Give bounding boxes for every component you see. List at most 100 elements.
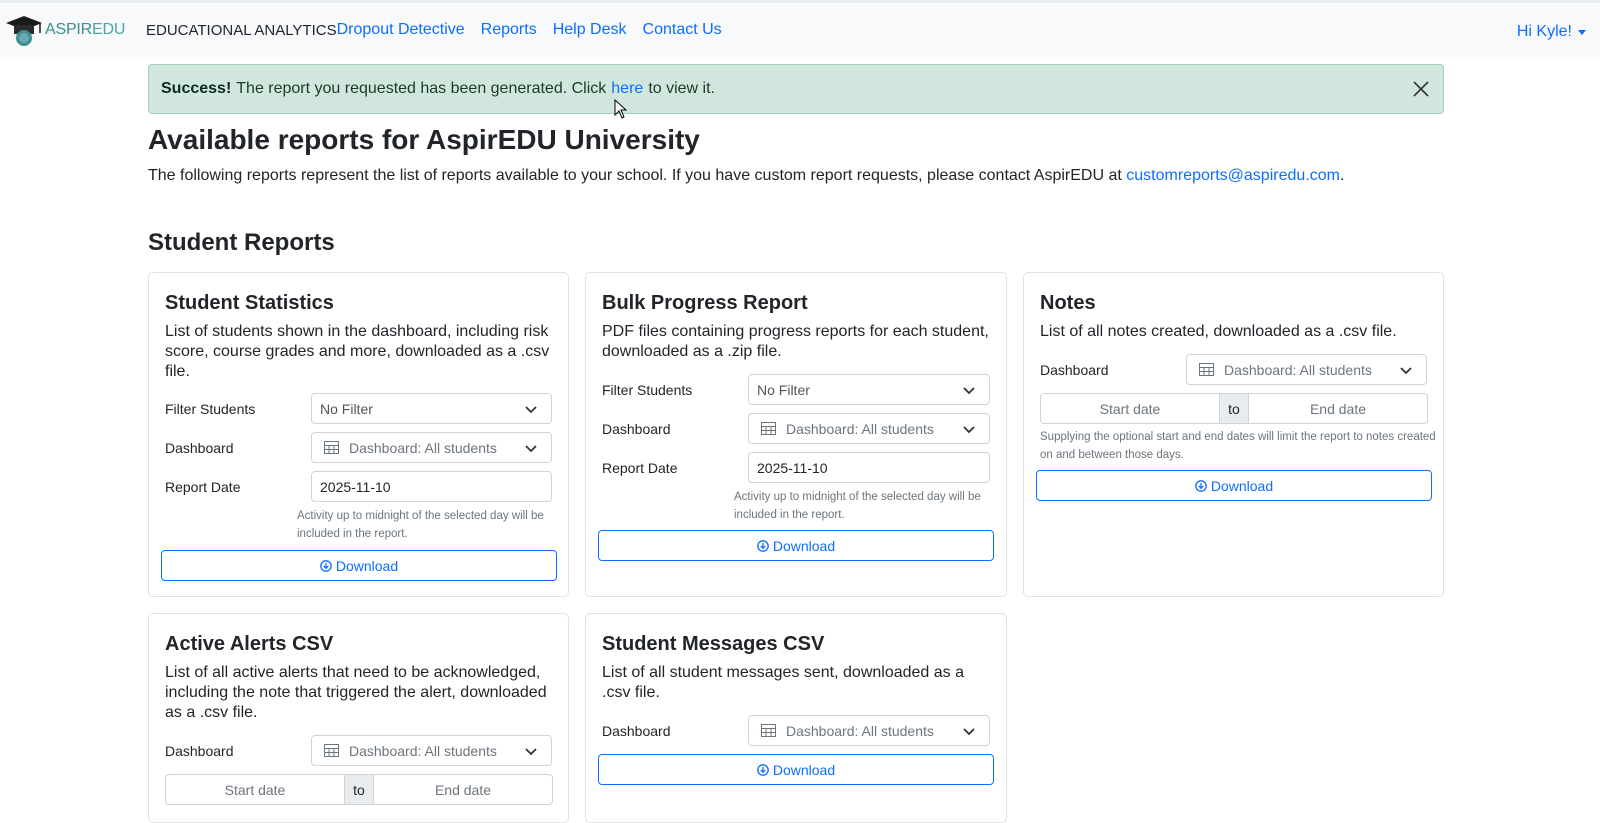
chevron-down-icon — [525, 748, 537, 756]
section-title: Student Reports — [148, 229, 335, 256]
download-button[interactable]: Download — [161, 550, 557, 581]
report-date-row: Report Date 2025-11-10 — [602, 452, 990, 483]
activity-help-text: Activity up to midnight of the selected … — [297, 510, 544, 540]
card-description: List of all notes created, downloaded as… — [1040, 323, 1397, 340]
alert-text: The report you requested has been genera… — [236, 80, 607, 97]
end-date-input[interactable]: End date — [1249, 394, 1427, 423]
nav-contact-us[interactable]: Contact Us — [643, 21, 722, 39]
dashboard-label: Dashboard — [602, 722, 671, 739]
table-icon — [761, 422, 776, 435]
dashboard-select[interactable]: Dashboard: All students — [1186, 354, 1427, 385]
nav-reports[interactable]: Reports — [481, 21, 537, 39]
user-menu[interactable]: Hi Kyle! — [1517, 23, 1586, 41]
report-date-input[interactable]: 2025-11-10 — [748, 452, 990, 483]
filter-value: No Filter — [320, 400, 373, 417]
filter-select[interactable]: No Filter — [311, 393, 552, 424]
dashboard-row: Dashboard Dashboard: All students — [602, 715, 990, 746]
user-greeting: Hi Kyle! — [1516, 23, 1572, 40]
dashboard-select[interactable]: Dashboard: All students — [748, 413, 990, 444]
report-date-input[interactable]: 2025-11-10 — [311, 471, 552, 502]
close-icon[interactable] — [1411, 79, 1431, 99]
card-active-alerts-csv: Active Alerts CSV List of all active ale… — [148, 613, 569, 823]
brand-name: ASPIREDU — [45, 21, 126, 38]
dashboard-label: Dashboard — [602, 420, 671, 437]
download-circle-icon — [757, 539, 769, 552]
card-title: Active Alerts CSV — [165, 633, 334, 655]
dashboard-value: Dashboard: All students — [1224, 361, 1372, 378]
dashboard-row: Dashboard Dashboard: All students — [1040, 354, 1427, 385]
graduation-cap-icon — [6, 16, 42, 46]
dashboard-select[interactable]: Dashboard: All students — [311, 735, 552, 766]
intro-end: . — [1339, 167, 1345, 184]
page-intro: The following reports represent the list… — [148, 167, 1344, 185]
dashboard-value: Dashboard: All students — [349, 439, 497, 456]
nav-dropout-detective[interactable]: Dropout Detective — [337, 21, 465, 39]
start-date-input[interactable]: Start date — [1041, 394, 1219, 423]
dashboard-value: Dashboard: All students — [786, 420, 934, 437]
report-date-label: Report Date — [165, 478, 241, 495]
dashboard-row: Dashboard Dashboard: All students — [602, 413, 990, 444]
alert-link[interactable]: here — [611, 80, 643, 98]
table-icon — [324, 744, 339, 757]
filter-label: Filter Students — [165, 400, 256, 417]
date-range-separator: to — [1219, 394, 1249, 423]
report-date-label: Report Date — [602, 459, 678, 476]
card-description: List of all active alerts that need to b… — [165, 664, 547, 721]
chevron-down-icon — [963, 728, 975, 736]
page-title: Available reports for AspirEDU Universit… — [148, 124, 700, 155]
download-button[interactable]: Download — [598, 754, 994, 785]
dashboard-value: Dashboard: All students — [786, 722, 934, 739]
card-student-statistics: Student Statistics List of students show… — [148, 272, 569, 597]
navbar: ASPIREDU EDUCATIONAL ANALYTICS Dropout D… — [0, 3, 1600, 57]
card-title: Notes — [1040, 292, 1096, 314]
caret-down-icon — [1578, 29, 1586, 35]
chevron-down-icon — [1400, 367, 1412, 375]
dashboard-value: Dashboard: All students — [349, 742, 497, 759]
download-button[interactable]: Download — [1036, 470, 1432, 501]
dashboard-select[interactable]: Dashboard: All students — [748, 715, 990, 746]
card-description: List of students shown in the dashboard,… — [165, 323, 550, 380]
table-icon — [324, 441, 339, 454]
report-date-row: Report Date 2025-11-10 — [165, 471, 552, 502]
date-range-separator: to — [344, 775, 374, 804]
chevron-down-icon — [963, 426, 975, 434]
table-icon — [1199, 363, 1214, 376]
activity-help-text: Activity up to midnight of the selected … — [734, 491, 981, 521]
nav-links: Dropout Detective Reports Help Desk Cont… — [337, 21, 722, 39]
dashboard-label: Dashboard — [165, 742, 234, 759]
chevron-down-icon — [525, 445, 537, 453]
table-icon — [761, 724, 776, 737]
download-button[interactable]: Download — [598, 530, 994, 561]
chevron-down-icon — [963, 387, 975, 395]
start-date-input[interactable]: Start date — [166, 775, 344, 804]
filter-value: No Filter — [757, 381, 810, 398]
card-description: PDF files containing progress reports fo… — [602, 323, 989, 360]
card-title: Bulk Progress Report — [602, 292, 808, 314]
download-circle-icon — [320, 559, 332, 572]
alert-text-end: to view it. — [648, 80, 715, 97]
end-date-input[interactable]: End date — [374, 775, 552, 804]
card-bulk-progress-report: Bulk Progress Report PDF files containin… — [585, 272, 1007, 597]
download-label: Download — [772, 537, 836, 554]
card-notes: Notes List of all notes created, downloa… — [1023, 272, 1444, 597]
download-label: Download — [1210, 477, 1274, 494]
filter-label: Filter Students — [602, 381, 693, 398]
report-date-value: 2025-11-10 — [320, 478, 391, 495]
filter-select[interactable]: No Filter — [748, 374, 990, 405]
mouse-cursor-icon — [614, 99, 628, 119]
card-title: Student Messages CSV — [602, 633, 825, 655]
intro-text: The following reports represent the list… — [148, 167, 1122, 184]
download-circle-icon — [1195, 479, 1207, 492]
nav-help-desk[interactable]: Help Desk — [553, 21, 627, 39]
email-link[interactable]: customreports@aspiredu.com — [1126, 167, 1340, 184]
date-range: Start date to End date — [165, 774, 553, 805]
dashboard-row: Dashboard Dashboard: All students — [165, 735, 552, 766]
date-range: Start date to End date — [1040, 393, 1428, 424]
download-label: Download — [772, 761, 836, 778]
report-date-value: 2025-11-10 — [757, 459, 828, 476]
dashboard-select[interactable]: Dashboard: All students — [311, 432, 552, 463]
brand-tagline: EDUCATIONAL ANALYTICS — [146, 21, 337, 39]
dashboard-label: Dashboard — [1040, 361, 1109, 378]
card-student-messages-csv: Student Messages CSV List of all student… — [585, 613, 1007, 823]
brand-logo[interactable]: ASPIREDU — [4, 13, 146, 47]
